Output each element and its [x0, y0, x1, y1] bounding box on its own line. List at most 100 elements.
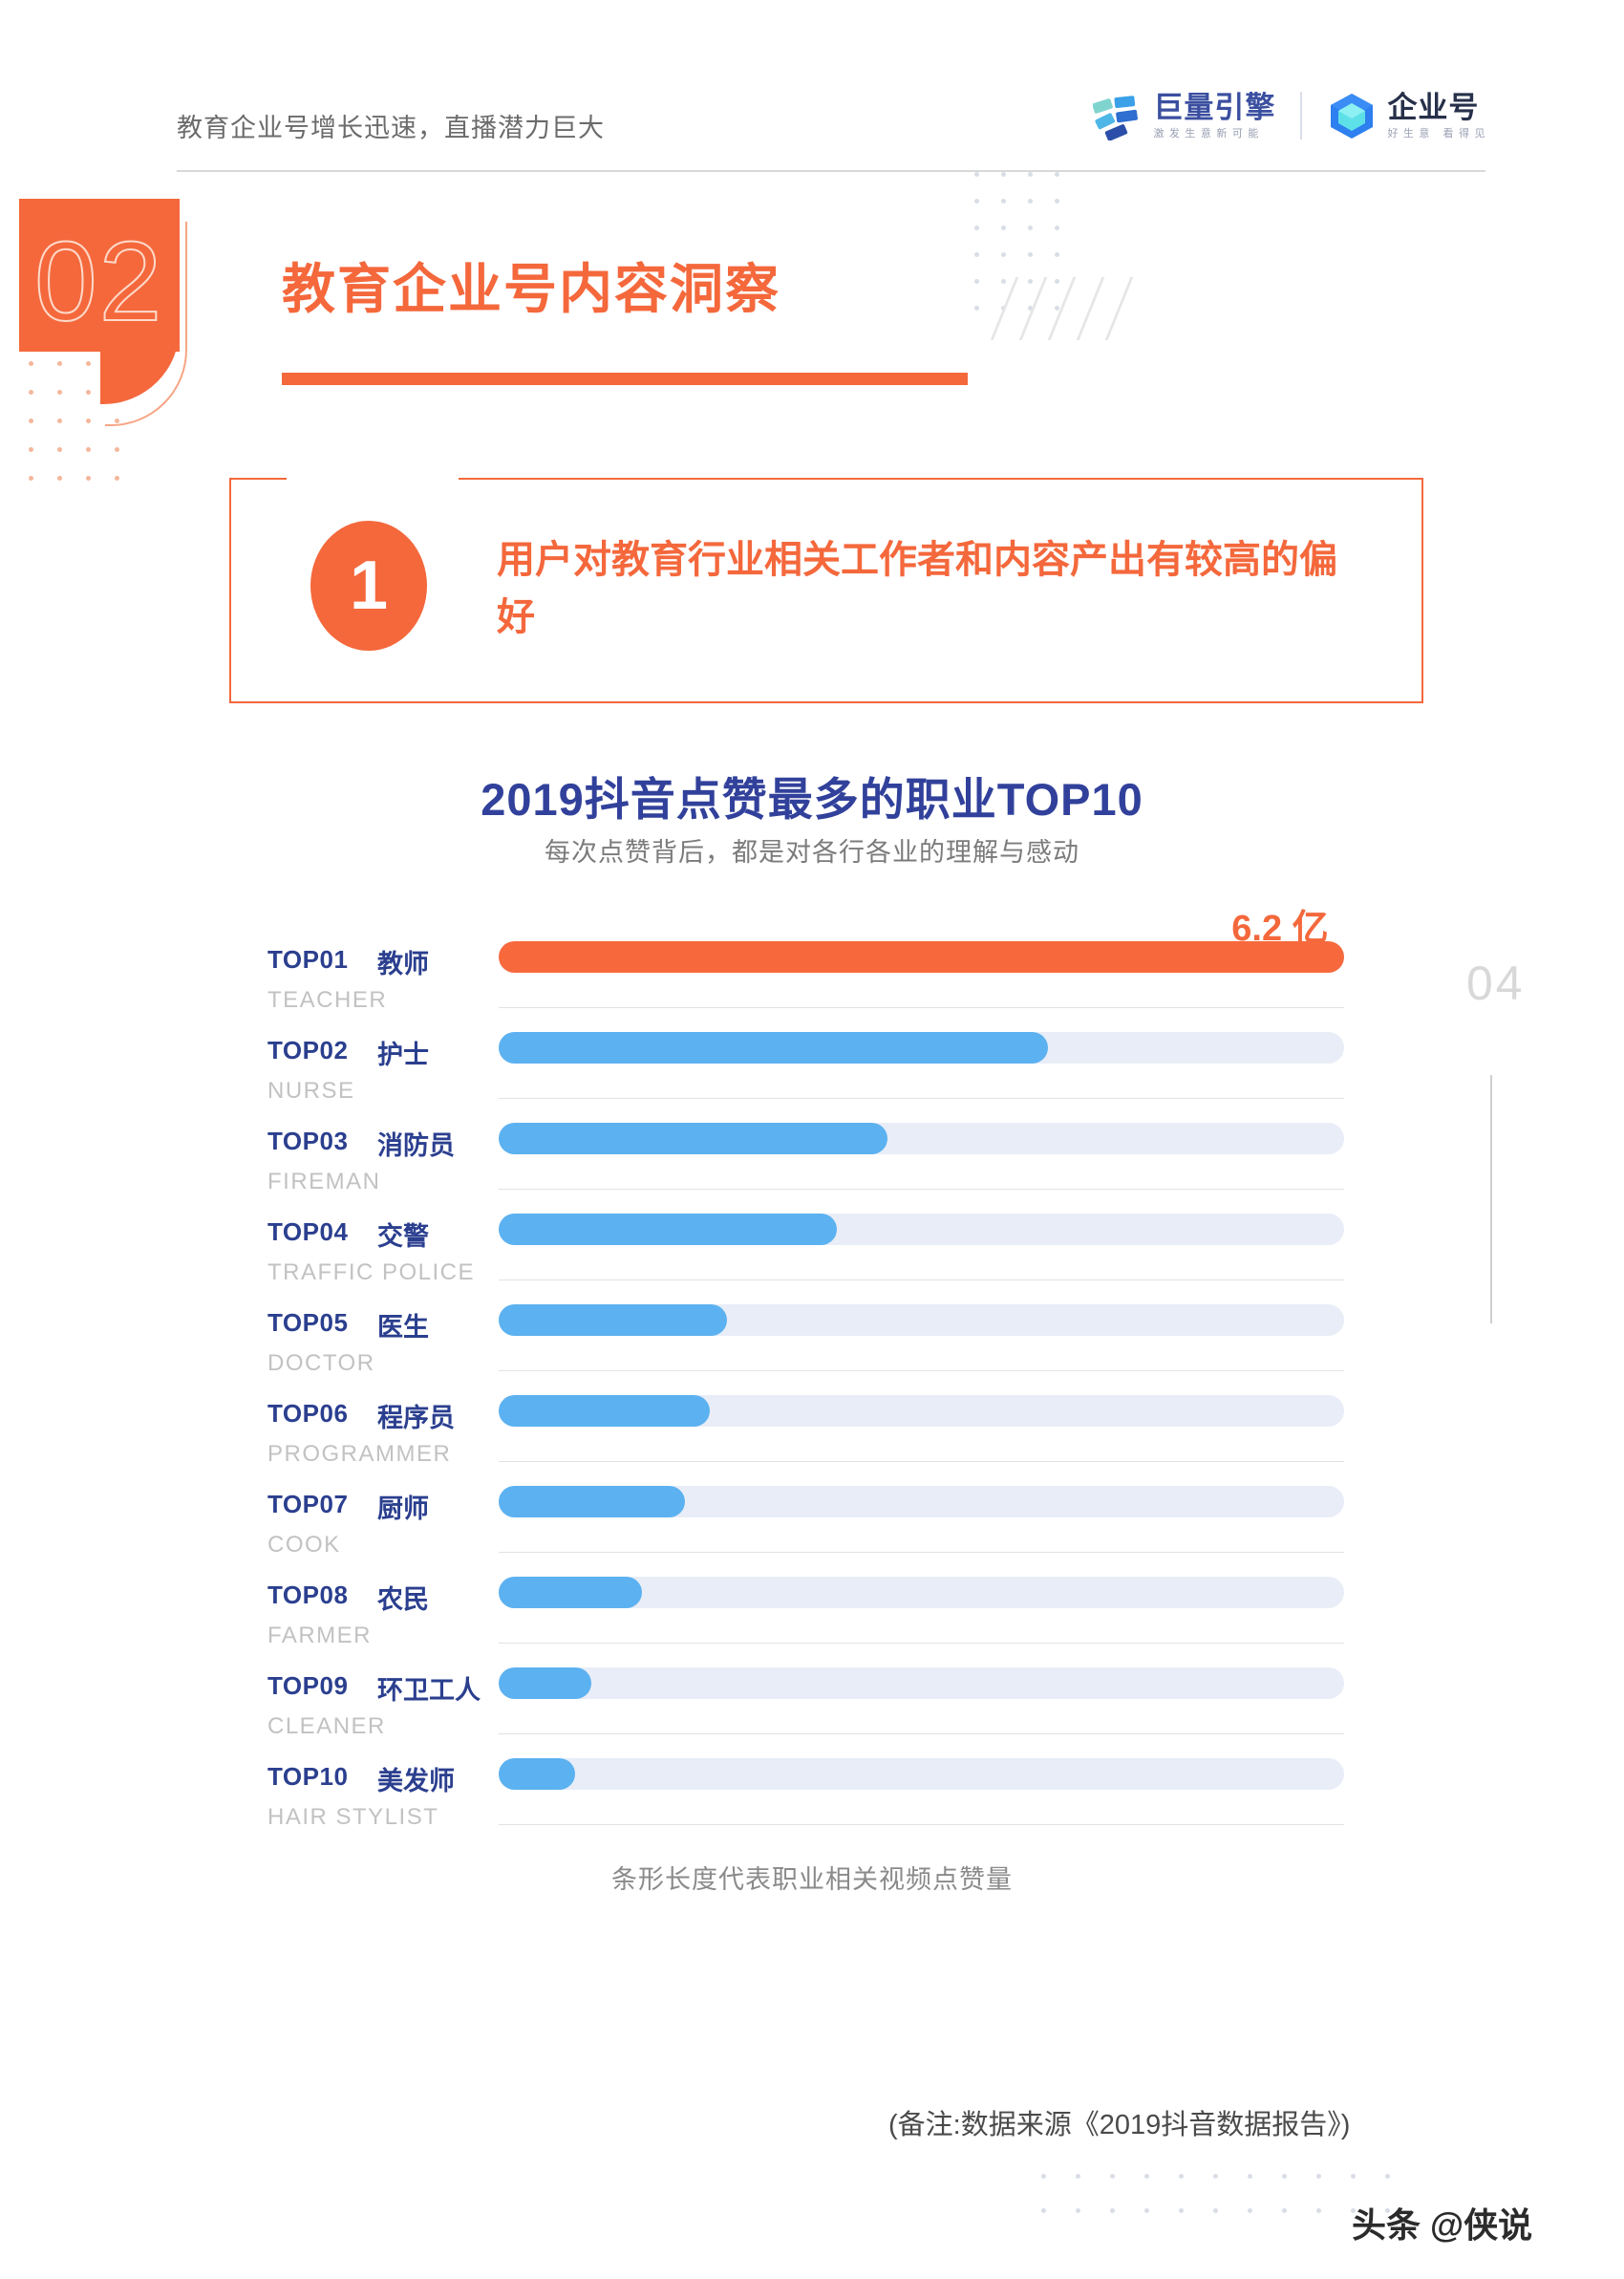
occupation-label-en: COOK [267, 1532, 341, 1558]
header-title: 教育企业号增长迅速，直播潜力巨大 [177, 114, 605, 142]
table-row: TOP03 消防员 FIREMAN [267, 1123, 1357, 1214]
table-row: TOP01 教师 TEACHER [267, 941, 1357, 1032]
bar-track [499, 1667, 1344, 1699]
bar-fill [499, 1667, 592, 1699]
row-divider [499, 1643, 1344, 1644]
rank-label: TOP08 [267, 1580, 349, 1609]
bar-fill [499, 1304, 727, 1336]
bar-track [499, 1758, 1344, 1790]
juliang-logo-icon [1092, 91, 1143, 141]
ranking-bar-chart: TOP01 教师 TEACHER TOP02 护士 NURSE TOP03 消防员 FIREMA… [267, 941, 1357, 1849]
header-divider [177, 170, 1485, 172]
bar-fill [499, 1214, 837, 1245]
logo-group: 巨量引擎 激发生意新可能 企业号 好生意 看得见 [1092, 91, 1490, 141]
bar-track [499, 941, 1344, 973]
rank-label: TOP01 [267, 945, 349, 974]
table-row: TOP09 环卫工人 CLEANER [267, 1667, 1357, 1758]
slash-decoration [990, 277, 1175, 344]
rank-label: TOP03 [267, 1127, 349, 1155]
occupation-label: 厨师 [377, 1494, 429, 1523]
occupation-label: 消防员 [377, 1131, 455, 1160]
occupation-label: 交警 [377, 1222, 429, 1251]
table-row: TOP06 程序员 PROGRAMMER [267, 1395, 1357, 1486]
qiyehao-logo-name: 企业号 [1387, 90, 1480, 124]
right-rail-line [1490, 1075, 1492, 1323]
bar-fill [499, 1123, 888, 1154]
table-row: TOP05 医生 DOCTOR [267, 1304, 1357, 1395]
section-title: 教育企业号内容洞察 [282, 259, 780, 319]
row-divider [499, 1098, 1344, 1099]
rank-label: TOP02 [267, 1036, 349, 1064]
qiyehao-logo-tagline: 好生意 看得见 [1387, 127, 1490, 140]
chart-title: 2019抖音点赞最多的职业TOP10 [481, 774, 1143, 825]
qiyehao-logo-icon [1327, 91, 1377, 140]
qiyehao-logo-text: 企业号 好生意 看得见 [1387, 93, 1490, 140]
juliang-logo-name: 巨量引擎 [1153, 90, 1276, 124]
bar-fill [499, 941, 1344, 973]
bar-track [499, 1486, 1344, 1517]
bar-track [499, 1304, 1344, 1336]
rank-label: TOP09 [267, 1671, 349, 1700]
table-row: TOP10 美发师 HAIR STYLIST [267, 1758, 1357, 1849]
occupation-label: 护士 [377, 1041, 429, 1069]
logo-divider [1300, 92, 1303, 140]
occupation-label-en: TEACHER [267, 987, 388, 1013]
bar-fill [499, 1032, 1049, 1064]
logo-juliang-engine: 巨量引擎 激发生意新可能 [1092, 91, 1275, 141]
section-underline [282, 373, 968, 385]
chart-note: 条形长度代表职业相关视频点赞量 [611, 1865, 1013, 1894]
juliang-logo-text: 巨量引擎 激发生意新可能 [1153, 93, 1275, 140]
row-divider [499, 1552, 1344, 1553]
occupation-label-en: FARMER [267, 1623, 373, 1648]
table-row: TOP07 厨师 COOK [267, 1486, 1357, 1577]
bar-fill [499, 1395, 711, 1427]
occupation-label-en: CLEANER [267, 1713, 386, 1739]
bar-track [499, 1214, 1344, 1245]
rank-label: TOP07 [267, 1490, 349, 1518]
bar-track [499, 1123, 1344, 1154]
occupation-label-en: NURSE [267, 1078, 355, 1104]
bar-fill [499, 1486, 685, 1517]
bar-fill [499, 1758, 575, 1790]
chart-subtitle: 每次点赞背后，都是对各行各业的理解与感动 [545, 838, 1079, 867]
occupation-label-en: PROGRAMMER [267, 1441, 452, 1467]
page-header: 教育企业号增长迅速，直播潜力巨大 巨量引擎 激发生意新可能 企业号 好生意 看得… [0, 0, 1624, 172]
table-row: TOP04 交警 TRAFFIC POLICE [267, 1214, 1357, 1304]
logo-qiyehao: 企业号 好生意 看得见 [1327, 91, 1490, 140]
rank-label: TOP04 [267, 1217, 349, 1246]
bar-track [499, 1395, 1344, 1427]
row-divider [499, 1189, 1344, 1190]
occupation-label: 环卫工人 [377, 1676, 481, 1705]
page-number: 04 [1466, 957, 1526, 1010]
row-divider [499, 1279, 1344, 1280]
rank-label: TOP06 [267, 1399, 349, 1428]
watermark: 头条 @侠说 [1352, 2205, 1533, 2245]
bar-fill [499, 1577, 643, 1608]
row-divider [499, 1824, 1344, 1825]
occupation-label: 农民 [377, 1585, 429, 1614]
row-divider [499, 1370, 1344, 1371]
section-number: 02 [33, 219, 164, 345]
row-divider [499, 1461, 1344, 1462]
rank-label: TOP05 [267, 1308, 349, 1337]
occupation-label-en: HAIR STYLIST [267, 1804, 439, 1830]
occupation-label-en: FIREMAN [267, 1169, 381, 1194]
bar-track [499, 1032, 1344, 1064]
table-row: TOP08 农民 FARMER [267, 1577, 1357, 1667]
occupation-label-en: DOCTOR [267, 1350, 375, 1376]
occupation-label: 医生 [377, 1313, 429, 1342]
slide-page: 教育企业号增长迅速，直播潜力巨大 巨量引擎 激发生意新可能 企业号 好生意 看得… [0, 0, 1624, 2279]
juliang-logo-tagline: 激发生意新可能 [1153, 127, 1264, 140]
occupation-label: 程序员 [377, 1404, 455, 1432]
callout-notch [287, 467, 459, 490]
occupation-label: 美发师 [377, 1767, 455, 1795]
source-footnote: (备注:数据来源《2019抖音数据报告》) [888, 2110, 1351, 2140]
rank-label: TOP10 [267, 1762, 349, 1791]
row-divider [499, 1733, 1344, 1734]
occupation-label-en: TRAFFIC POLICE [267, 1259, 476, 1285]
callout-text: 用户对教育行业相关工作者和内容产出有较高的偏好 [497, 539, 1337, 638]
table-row: TOP02 护士 NURSE [267, 1032, 1357, 1123]
bar-track [499, 1577, 1344, 1608]
callout-number-badge: 1 [310, 521, 427, 651]
occupation-label: 教师 [377, 950, 429, 978]
